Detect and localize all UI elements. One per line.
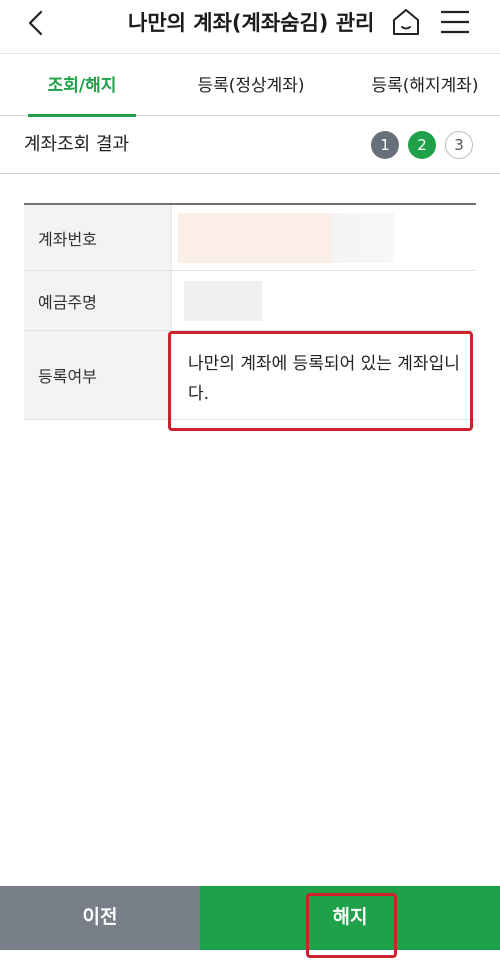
- tab-inquiry-cancel[interactable]: 조회/해지: [28, 54, 136, 117]
- home-button[interactable]: [390, 6, 422, 38]
- app-header: 나만의 계좌(계좌숨김) 관리: [0, 0, 500, 54]
- tab-register-normal[interactable]: 등록(정상계좌): [178, 54, 324, 116]
- table-row-holder-name: 예금주명: [24, 271, 476, 331]
- account-info-table: 계좌번호 예금주명 등록여부 나만의 계좌에 등록되어 있는 계좌입니다.: [24, 203, 476, 420]
- tab-bar: 조회/해지 등록(정상계좌) 등록(해지계좌): [0, 54, 500, 117]
- table-row-registration-status: 등록여부 나만의 계좌에 등록되어 있는 계좌입니다.: [24, 331, 476, 420]
- step-indicator-1: 1: [371, 131, 399, 159]
- masked-account-number: [178, 213, 394, 263]
- chevron-left-icon: [28, 10, 43, 36]
- account-number-label: 계좌번호: [24, 205, 172, 270]
- previous-button[interactable]: 이전: [0, 886, 200, 950]
- section-title: 계좌조회 결과: [24, 134, 130, 155]
- tab-register-closed[interactable]: 등록(해지계좌): [352, 54, 498, 116]
- hamburger-menu-icon: [441, 10, 469, 34]
- registration-status-value: 나만의 계좌에 등록되어 있는 계좌입니다.: [188, 354, 460, 404]
- step-indicator-3: 3: [445, 131, 473, 159]
- masked-holder-name: [184, 281, 262, 321]
- home-icon: [393, 9, 419, 35]
- cancel-account-button[interactable]: 해지: [200, 886, 500, 950]
- menu-button[interactable]: [438, 6, 472, 38]
- page-title: 나만의 계좌(계좌숨김) 관리: [128, 11, 375, 35]
- table-row-account-number: 계좌번호: [24, 205, 476, 271]
- bottom-action-bar: 이전 해지: [0, 886, 500, 950]
- holder-name-label: 예금주명: [24, 271, 172, 330]
- back-button[interactable]: [22, 8, 56, 42]
- registration-status-label: 등록여부: [24, 331, 172, 419]
- section-header: 계좌조회 결과 1 2 3: [0, 116, 500, 174]
- step-indicator-2: 2: [408, 131, 436, 159]
